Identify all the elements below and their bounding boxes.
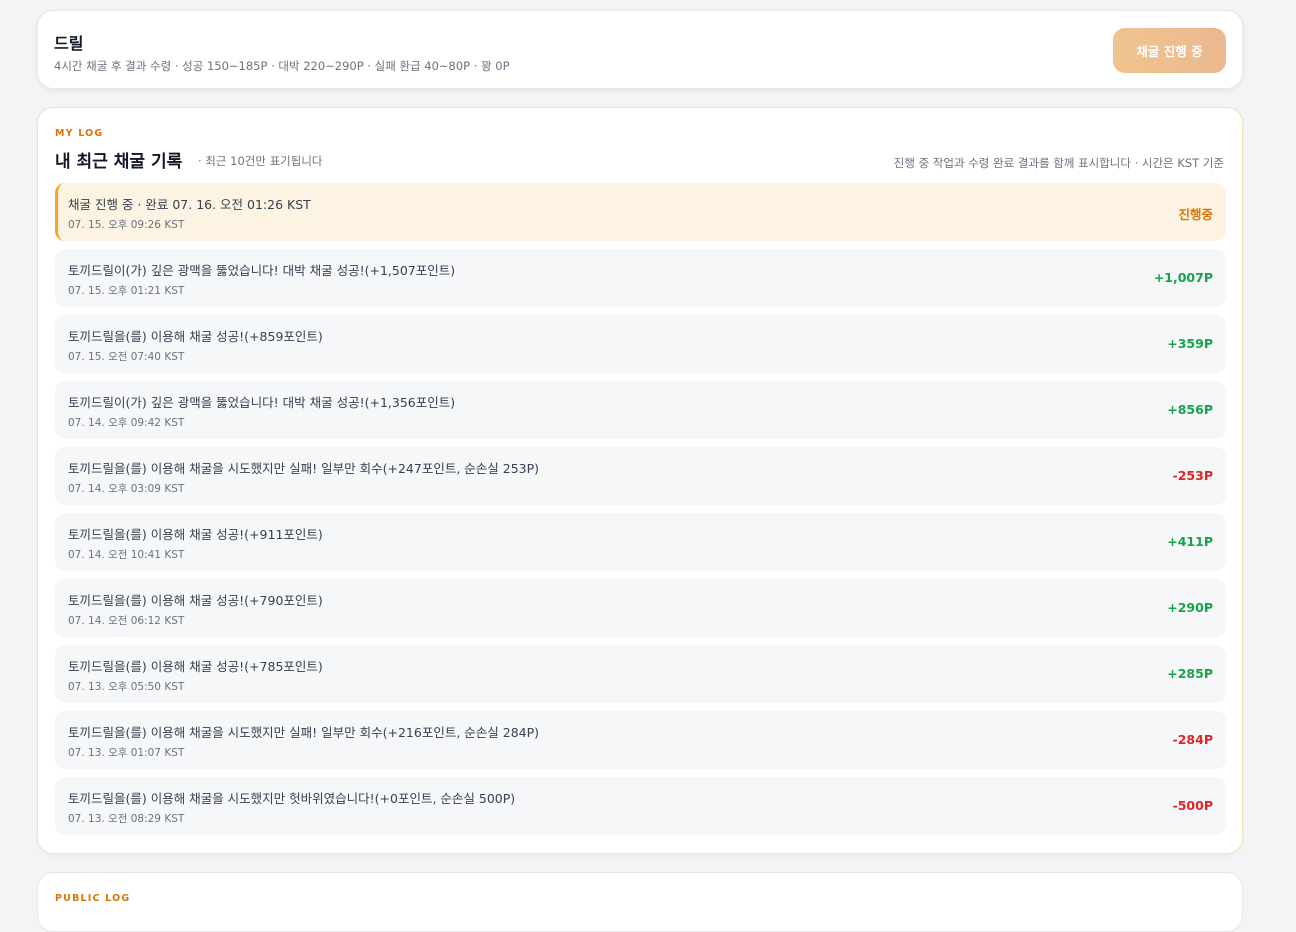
drill-card: 드릴 4시간 채굴 후 결과 수령 · 성공 150~185P · 대박 220… [37, 10, 1243, 89]
log-entry-time: 07. 13. 오전 08:29 KST [68, 813, 185, 825]
my-log-title: 내 최근 채굴 기록 [55, 152, 183, 172]
log-entry-amount: -284P [1172, 732, 1213, 747]
my-log-card: MY LOG 내 최근 채굴 기록 · 최근 10건만 표기됩니다 진행 중 작… [37, 107, 1243, 854]
log-entry-text: 토끼드릴을(를) 이용해 채굴을 시도했지만 실패! 일부만 회수(+247포인… [68, 461, 540, 476]
log-entry: 토끼드릴을(를) 이용해 채굴 성공!(+785포인트) 07. 13. 오후 … [55, 645, 1226, 703]
log-entry-text: 토끼드릴을(를) 이용해 채굴 성공!(+859포인트) [68, 329, 323, 344]
log-entry-amount: +290P [1167, 600, 1213, 615]
log-entry-text: 토끼드릴을(를) 이용해 채굴 성공!(+911포인트) [68, 527, 323, 542]
public-log-card: PUBLIC LOG [37, 872, 1243, 932]
log-entry-time: 07. 13. 오후 01:07 KST [68, 747, 185, 759]
drill-title: 드릴 [54, 34, 84, 53]
drill-description: 4시간 채굴 후 결과 수령 · 성공 150~185P · 대박 220~29… [54, 59, 510, 73]
log-entry-text: 토끼드릴이(가) 깊은 광맥을 뚫었습니다! 대박 채굴 성공!(+1,356포… [68, 395, 456, 410]
log-entry-amount: +1,007P [1153, 270, 1213, 285]
log-entry: 토끼드릴을(를) 이용해 채굴 성공!(+790포인트) 07. 14. 오전 … [55, 579, 1226, 637]
log-entry: 토끼드릴을(를) 이용해 채굴 성공!(+911포인트) 07. 14. 오전 … [55, 513, 1226, 571]
log-entry-amount: +411P [1167, 534, 1213, 549]
log-entry-time: 07. 15. 오전 07:40 KST [68, 351, 185, 363]
log-entry-amount: +359P [1167, 336, 1213, 351]
log-entry-time: 07. 15. 오후 09:26 KST [68, 219, 185, 231]
log-entry-amount: -253P [1172, 468, 1213, 483]
log-entry-time: 07. 14. 오후 03:09 KST [68, 483, 185, 495]
log-entry-amount: 진행중 [1178, 207, 1213, 222]
log-entry-text: 토끼드릴을(를) 이용해 채굴 성공!(+785포인트) [68, 659, 323, 674]
log-entry-text: 토끼드릴을(를) 이용해 채굴을 시도했지만 헛바위였습니다!(+0포인트, 순… [68, 791, 516, 806]
log-entry-text: 채굴 진행 중 · 완료 07. 16. 오전 01:26 KST [68, 197, 311, 212]
my-log-note: 진행 중 작업과 수령 완료 결과를 함께 표시합니다 · 시간은 KST 기준 [893, 156, 1224, 170]
page-wrapper: 드릴 4시간 채굴 후 결과 수령 · 성공 150~185P · 대박 220… [37, 10, 1243, 932]
log-entry-amount: +285P [1167, 666, 1213, 681]
log-entry-text: 토끼드릴을(를) 이용해 채굴을 시도했지만 실패! 일부만 회수(+216포인… [68, 725, 540, 740]
log-entry-time: 07. 14. 오후 09:42 KST [68, 417, 185, 429]
log-entry: 토끼드릴이(가) 깊은 광맥을 뚫었습니다! 대박 채굴 성공!(+1,356포… [55, 381, 1226, 439]
log-entry-text: 토끼드릴을(를) 이용해 채굴 성공!(+790포인트) [68, 593, 323, 608]
log-entry: 토끼드릴을(를) 이용해 채굴을 시도했지만 헛바위였습니다!(+0포인트, 순… [55, 777, 1226, 835]
mining-in-progress-button[interactable]: 채굴 진행 중 [1113, 28, 1226, 73]
log-entry-time: 07. 14. 오전 10:41 KST [68, 549, 185, 561]
my-log-subtitle: · 최근 10건만 표기됩니다 [198, 154, 323, 168]
log-entry-amount: -500P [1172, 798, 1213, 813]
log-entry: 토끼드릴을(를) 이용해 채굴 성공!(+859포인트) 07. 15. 오전 … [55, 315, 1226, 373]
log-entry: 토끼드릴이(가) 깊은 광맥을 뚫었습니다! 대박 채굴 성공!(+1,507포… [55, 249, 1226, 307]
log-entry-time: 07. 15. 오후 01:21 KST [68, 285, 185, 297]
log-entry-time: 07. 14. 오전 06:12 KST [68, 615, 185, 627]
my-log-eyebrow: MY LOG [55, 128, 104, 139]
log-entry: 토끼드릴을(를) 이용해 채굴을 시도했지만 실패! 일부만 회수(+216포인… [55, 711, 1226, 769]
log-entry: 채굴 진행 중 · 완료 07. 16. 오전 01:26 KST 07. 15… [55, 183, 1226, 241]
log-entry: 토끼드릴을(를) 이용해 채굴을 시도했지만 실패! 일부만 회수(+247포인… [55, 447, 1226, 505]
log-entry-list: 채굴 진행 중 · 완료 07. 16. 오전 01:26 KST 07. 15… [55, 183, 1226, 843]
log-entry-text: 토끼드릴이(가) 깊은 광맥을 뚫었습니다! 대박 채굴 성공!(+1,507포… [68, 263, 456, 278]
log-entry-time: 07. 13. 오후 05:50 KST [68, 681, 185, 693]
log-entry-amount: +856P [1167, 402, 1213, 417]
